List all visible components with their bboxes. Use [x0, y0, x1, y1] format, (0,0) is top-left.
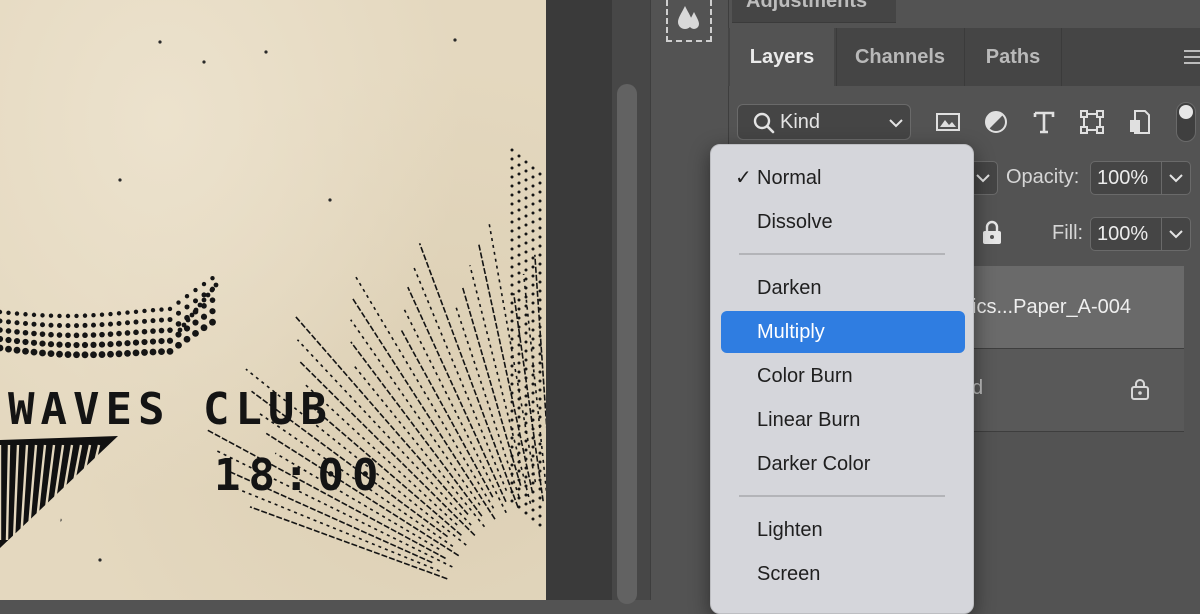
- search-icon: [753, 112, 775, 134]
- menu-item-label: Darker Color: [757, 453, 871, 475]
- layer-row-paper-texture[interactable]: ics...Paper_A-004: [962, 266, 1184, 349]
- smart-object-filter-icon[interactable]: [1126, 108, 1154, 136]
- opacity-label: Opacity:: [1006, 166, 1080, 188]
- layer-name: ics...Paper_A-004: [972, 296, 1131, 318]
- chevron-down-icon: [889, 119, 903, 128]
- filter-kind-label: Kind: [780, 111, 821, 133]
- image-filter-icon[interactable]: [934, 108, 962, 136]
- menu-item-label: Multiply: [757, 321, 825, 343]
- menu-item-darker-color[interactable]: Darker Color: [721, 443, 965, 485]
- droplets-icon: [678, 6, 699, 29]
- chevron-down-icon: [1169, 174, 1183, 183]
- shape-filter-icon[interactable]: [1078, 108, 1106, 136]
- poster-halftone-graphic: [0, 38, 546, 580]
- tab-adjustments[interactable]: Adjustments: [732, 0, 896, 23]
- tab-channels[interactable]: Channels: [836, 28, 963, 86]
- menu-item-dissolve[interactable]: Dissolve: [721, 201, 965, 243]
- fill-dropdown-arrow[interactable]: [1161, 217, 1191, 251]
- layer-lock-icon: [1131, 379, 1149, 400]
- tab-paths[interactable]: Paths: [964, 28, 1062, 86]
- poster-time: 18:00: [214, 450, 387, 501]
- lock-all-icon[interactable]: [980, 220, 1004, 246]
- fill-label: Fill:: [1052, 222, 1084, 244]
- menu-separator: [739, 495, 945, 497]
- checkmark-icon: ✓: [735, 167, 752, 189]
- scrollbar-thumb[interactable]: [617, 84, 637, 604]
- blend-mode-menu: ✓ Normal Dissolve Darken Multiply Color …: [710, 144, 974, 614]
- menu-item-screen[interactable]: Screen: [721, 553, 965, 595]
- opacity-input[interactable]: 100%: [1090, 161, 1162, 195]
- fill-input[interactable]: 100%: [1090, 217, 1162, 251]
- menu-separator: [739, 253, 945, 255]
- menu-item-normal[interactable]: ✓ Normal: [721, 157, 965, 199]
- poster-title: WAVES CLUB: [8, 384, 333, 435]
- menu-item-label: Dissolve: [757, 211, 833, 233]
- document-canvas[interactable]: WAVES CLUB 18:00: [0, 0, 546, 600]
- menu-item-label: Darken: [757, 277, 822, 299]
- tab-adjustments-label: Adjustments: [746, 0, 868, 12]
- menu-item-label: Screen: [757, 563, 821, 585]
- menu-item-lighten[interactable]: Lighten: [721, 509, 965, 551]
- menu-item-multiply[interactable]: Multiply: [721, 311, 965, 353]
- menu-item-label: Lighten: [757, 519, 823, 541]
- menu-item-label: Normal: [757, 167, 822, 189]
- layer-row-background[interactable]: d: [962, 349, 1184, 432]
- type-filter-icon[interactable]: [1030, 108, 1058, 136]
- adjustments-panel-icon-button[interactable]: [666, 0, 712, 42]
- opacity-dropdown-arrow[interactable]: [1161, 161, 1191, 195]
- tab-layers[interactable]: Layers: [730, 28, 834, 86]
- panel-menu-icon[interactable]: [1184, 50, 1200, 64]
- chevron-down-icon: [1169, 230, 1183, 239]
- adjustment-filter-icon[interactable]: [982, 108, 1010, 136]
- menu-item-color-burn[interactable]: Color Burn: [721, 355, 965, 397]
- menu-item-darken[interactable]: Darken: [721, 267, 965, 309]
- filter-kind-select[interactable]: Kind: [737, 104, 911, 140]
- menu-item-label: Color Burn: [757, 365, 853, 387]
- filter-toggle-switch[interactable]: [1176, 102, 1196, 142]
- canvas-gutter: [546, 0, 612, 600]
- menu-item-label: Linear Burn: [757, 409, 861, 431]
- menu-item-linear-burn[interactable]: Linear Burn: [721, 399, 965, 441]
